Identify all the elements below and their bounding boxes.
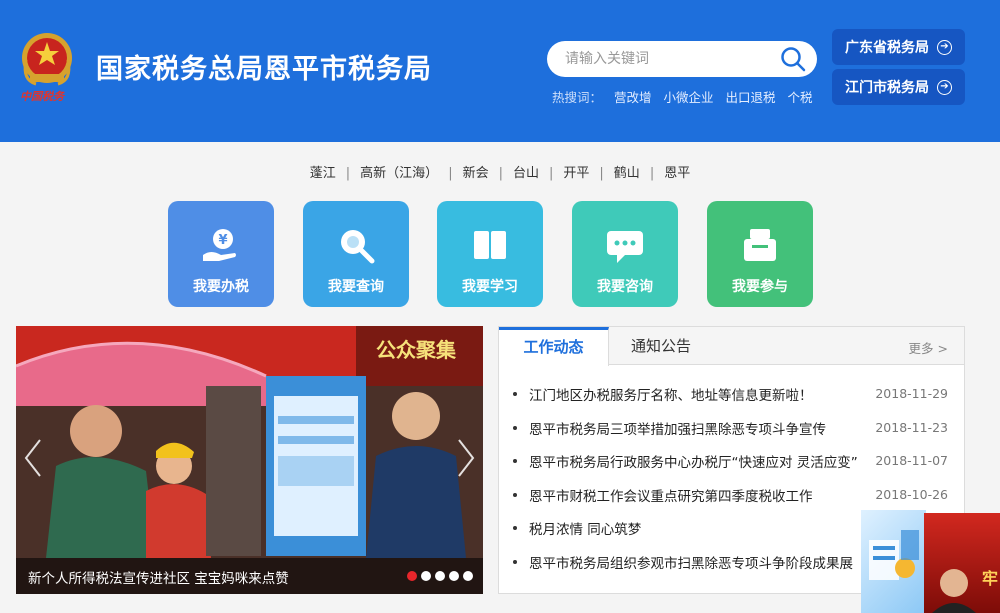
jiangmen-tax-link[interactable]: 江门市税务局 ➔ <box>832 69 965 105</box>
carousel-dots <box>403 571 473 581</box>
carousel-next-button[interactable] <box>453 436 477 480</box>
carousel-dot[interactable] <box>449 571 459 581</box>
news-date: 2018-10-26 <box>875 486 948 502</box>
tile-label: 我要查询 <box>328 279 384 295</box>
tile-label: 我要学习 <box>462 279 518 295</box>
district-link[interactable]: 鹤山 <box>614 166 640 181</box>
list-item[interactable]: 江门地区办税服务厅名称、地址等信息更新啦！ 2018-11-29 <box>499 382 964 416</box>
news-title[interactable]: 恩平市税务局组织参观市扫黑除恶专项斗争阶段成果展 <box>529 552 864 572</box>
bullet-icon <box>513 526 517 531</box>
hot-word-link[interactable]: 个税 <box>788 90 813 105</box>
district-link[interactable]: 高新（江海） <box>360 166 438 181</box>
jiangmen-tax-label: 江门市税务局 <box>845 80 929 96</box>
district-link[interactable]: 开平 <box>563 166 589 181</box>
emblem-text: 中国税务 <box>20 90 64 103</box>
news-date: 2018-11-29 <box>875 386 948 401</box>
carousel-caption-bar: 新个人所得税法宣传进社区 宝宝妈咪来点赞 <box>16 558 483 594</box>
carousel-dot[interactable] <box>407 571 417 581</box>
tile-tax-payment[interactable]: ¥ 我要办税 <box>168 201 274 307</box>
district-link[interactable]: 新会 <box>463 166 489 181</box>
banner-text: 牢 <box>981 569 998 588</box>
carousel-caption[interactable]: 新个人所得税法宣传进社区 宝宝妈咪来点赞 <box>28 567 289 587</box>
arrow-right-circle-icon: ➔ <box>937 39 952 55</box>
site-header: 中国税务 国家税务总局恩平市税务局 热搜词： 营改增 小微企业 出口退税 个税 … <box>0 0 1000 142</box>
bullet-icon <box>513 559 517 564</box>
carousel-dot[interactable] <box>421 571 431 581</box>
hot-word-link[interactable]: 出口退税 <box>726 90 776 105</box>
arrow-right-circle-icon: ➔ <box>937 79 952 95</box>
banner-text: 公众聚集 <box>376 338 456 362</box>
book-icon <box>470 225 510 265</box>
news-title[interactable]: 税月浓情 同心筑梦 <box>529 518 864 538</box>
carousel-dot[interactable] <box>463 571 473 581</box>
floating-banner-tax[interactable] <box>861 510 926 613</box>
district-link[interactable]: 台山 <box>513 166 539 181</box>
search-icon[interactable] <box>779 46 807 72</box>
divider: | <box>498 166 503 181</box>
guangdong-tax-label: 广东省税务局 <box>845 40 929 56</box>
district-link[interactable]: 恩平 <box>664 166 690 181</box>
search-query-icon <box>336 225 376 265</box>
tile-learn[interactable]: 我要学习 <box>437 201 543 307</box>
hot-search-label: 热搜词： <box>552 90 603 105</box>
tab-work-updates[interactable]: 工作动态 <box>499 327 609 366</box>
tax-info-banner-graphic <box>869 530 919 580</box>
chevron-left-icon <box>24 439 41 477</box>
search-input[interactable] <box>565 41 765 77</box>
floating-banner-news[interactable]: 牢 <box>924 513 1000 613</box>
svg-text:¥: ¥ <box>218 233 227 248</box>
news-date: 2018-11-07 <box>875 453 948 469</box>
guangdong-tax-link[interactable]: 广东省税务局 ➔ <box>832 29 965 65</box>
hot-word-link[interactable]: 小微企业 <box>664 90 714 105</box>
search-box <box>547 41 817 77</box>
tax-emblem-logo[interactable]: 中国税务 <box>16 30 78 106</box>
leader-photo <box>932 569 976 613</box>
news-title[interactable]: 恩平市税务局行政服务中心办税厅“快速应对 灵活应变” <box>529 451 864 471</box>
hot-word-link[interactable]: 营改增 <box>614 90 652 105</box>
tile-label: 我要参与 <box>732 279 788 295</box>
divider: | <box>649 166 655 181</box>
tax-payment-icon: ¥ <box>201 225 241 265</box>
site-title: 国家税务总局恩平市税务局 <box>96 54 432 85</box>
list-item[interactable]: 恩平市税务局三项举措加强扫黑除恶专项斗争宣传 2018-11-23 <box>499 416 964 450</box>
news-date: 2018-11-23 <box>875 419 948 435</box>
divider: | <box>345 166 351 181</box>
tile-label: 我要办税 <box>193 279 249 295</box>
news-title[interactable]: 恩平市财税工作会议重点研究第四季度税收工作 <box>529 485 864 505</box>
bullet-icon <box>513 459 517 464</box>
bullet-icon <box>513 392 517 396</box>
divider: | <box>599 166 604 181</box>
news-tabs: 工作动态 通知公告 更多 > <box>499 327 964 366</box>
news-title[interactable]: 恩平市税务局三项举措加强扫黑除恶专项斗争宣传 <box>529 418 864 438</box>
carousel-dot[interactable] <box>435 571 445 581</box>
tab-announcements[interactable]: 通知公告 <box>609 327 713 365</box>
ballot-box-icon <box>740 225 780 265</box>
chevron-right-icon <box>458 439 475 477</box>
list-item[interactable]: 恩平市税务局行政服务中心办税厅“快速应对 灵活应变” 2018-11-07 <box>499 449 964 483</box>
chat-bubble-icon <box>605 225 645 265</box>
hot-search-words: 热搜词： 营改增 小微企业 出口退税 个税 <box>552 87 821 106</box>
more-link[interactable]: 更多 > <box>909 338 948 357</box>
district-link[interactable]: 蓬江 <box>310 166 336 181</box>
carousel-photo <box>16 326 483 594</box>
district-links: 蓬江 | 高新（江海） | 新会 | 台山 | 开平 | 鹤山 | 恩平 <box>0 162 1000 181</box>
tile-consult[interactable]: 我要咨询 <box>572 201 678 307</box>
divider: | <box>448 166 453 181</box>
tile-participate[interactable]: 我要参与 <box>707 201 813 307</box>
news-carousel[interactable]: 公众聚集 新个人所得税法宣传进社区 宝宝妈咪来点赞 <box>16 326 483 594</box>
tile-label: 我要咨询 <box>597 279 653 295</box>
bullet-icon <box>513 425 517 430</box>
bullet-icon <box>513 492 517 497</box>
carousel-prev-button[interactable] <box>22 436 46 480</box>
tile-query[interactable]: 我要查询 <box>303 201 409 307</box>
news-title[interactable]: 江门地区办税服务厅名称、地址等信息更新啦！ <box>529 384 864 404</box>
divider: | <box>549 166 554 181</box>
